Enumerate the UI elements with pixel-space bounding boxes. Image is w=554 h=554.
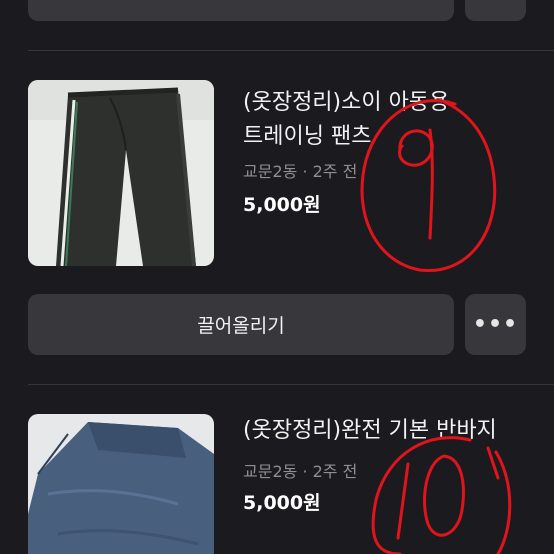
product-thumbnail[interactable] — [28, 414, 214, 554]
pants-photo — [28, 80, 214, 266]
listing-time: 2주 전 — [312, 462, 358, 481]
divider — [28, 50, 554, 51]
listing-location: 교문2동 — [243, 162, 298, 181]
divider — [28, 384, 554, 385]
listing-meta: 교문2동 · 2주 전 — [243, 458, 357, 482]
meta-separator: · — [302, 462, 308, 481]
more-button[interactable]: ••• — [465, 294, 526, 355]
listing-title: (옷장정리)완전 기본 반바지 — [243, 418, 497, 443]
more-horizontal-icon: ••• — [472, 312, 519, 337]
listing-time: 2주 전 — [312, 162, 358, 181]
product-thumbnail[interactable] — [28, 80, 214, 266]
bump-button-label: 끌어올리기 — [197, 315, 285, 337]
listing-price: 5,000원 — [243, 492, 321, 514]
listing-location: 교문2동 — [243, 462, 298, 481]
shorts-photo — [28, 414, 214, 554]
listing-meta: 교문2동 · 2주 전 — [243, 158, 357, 182]
sales-list-screen: (옷장정리)소이 아동용 트레이닝 팬츠 교문2동 · 2주 전 5,000원 … — [0, 0, 554, 554]
listing-title: (옷장정리)소이 아동용 트레이닝 팬츠 — [243, 90, 450, 149]
prev-more-button[interactable] — [465, 0, 526, 21]
meta-separator: · — [302, 162, 308, 181]
listing-price: 5,000원 — [243, 194, 321, 216]
bump-button[interactable]: 끌어올리기 — [28, 294, 454, 355]
prev-bump-button[interactable] — [28, 0, 454, 21]
